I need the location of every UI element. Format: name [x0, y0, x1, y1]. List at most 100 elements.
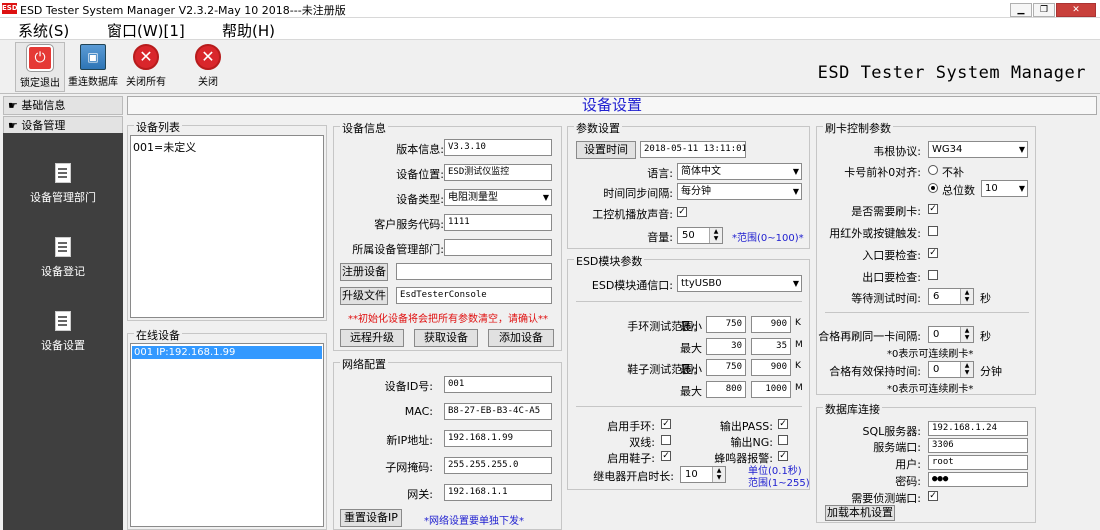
- register-field[interactable]: [396, 263, 552, 280]
- device-info-group: 设备信息 版本信息: V3.3.10 设备位置: ESD测试仪监控 设备类型: …: [333, 120, 562, 351]
- wrist-min-field[interactable]: 750: [706, 316, 746, 333]
- wait-spinner[interactable]: 6: [928, 288, 974, 305]
- dept-label: 所属设备管理部门:: [352, 243, 444, 256]
- network-group: 网络配置 设备ID号: 001 MAC: B8-27-EB-B3-4C-A5 新…: [333, 356, 562, 530]
- menu-help[interactable]: 帮助(H): [222, 20, 275, 41]
- enable-shoe-label: 启用鞋子:: [607, 452, 655, 465]
- wiegand-label: 韦根协议:: [873, 145, 921, 158]
- wait-unit: 秒: [980, 292, 991, 305]
- interval-note: *0表示可连续刷卡*: [887, 349, 974, 360]
- close-all-button[interactable]: ✕ 关闭所有: [122, 42, 170, 92]
- enable-shoe-checkbox[interactable]: ✓: [661, 451, 671, 461]
- hand-pointer-icon: ☛: [8, 99, 22, 112]
- detect-port-checkbox[interactable]: ✓: [928, 491, 938, 501]
- menu-window[interactable]: 窗口(W)[1]: [107, 20, 185, 41]
- volume-spinner[interactable]: 50: [677, 227, 723, 244]
- version-field[interactable]: V3.3.10: [444, 139, 552, 156]
- document-icon: [55, 163, 71, 183]
- entry-check-checkbox[interactable]: ✓: [928, 248, 938, 258]
- valid-spinner[interactable]: 0: [928, 361, 974, 378]
- window-title: ESD Tester System Manager V2.3.2-May 10 …: [20, 4, 346, 17]
- mask-field[interactable]: 255.255.255.0: [444, 457, 552, 474]
- output-ng-checkbox[interactable]: [778, 435, 788, 445]
- menu-bar: 系统(S) 窗口(W)[1] 帮助(H): [0, 18, 1100, 40]
- device-id-field[interactable]: 001: [444, 376, 552, 393]
- exit-check-checkbox[interactable]: [928, 270, 938, 280]
- buzzer-checkbox[interactable]: ✓: [778, 451, 788, 461]
- relay-label: 继电器开启时长:: [593, 470, 674, 483]
- sync-select[interactable]: 每分钟: [677, 183, 802, 200]
- volume-range-note: *范围(0~100)*: [732, 233, 804, 244]
- sidebar-item-settings[interactable]: 设备设置: [3, 311, 123, 353]
- menu-system[interactable]: 系统(S): [18, 20, 69, 41]
- service-code-field[interactable]: 1111: [444, 214, 552, 231]
- interval-spinner[interactable]: 0: [928, 326, 974, 343]
- language-select[interactable]: 简体中文: [677, 163, 802, 180]
- type-label: 设备类型:: [396, 193, 444, 206]
- type-select[interactable]: 电阻测量型: [444, 189, 552, 206]
- gateway-field[interactable]: 192.168.1.1: [444, 484, 552, 501]
- sound-label: 工控机播放声音:: [592, 208, 673, 221]
- set-time-button[interactable]: 设置时间: [576, 141, 636, 159]
- db-password-field[interactable]: ●●●: [928, 472, 1028, 487]
- register-device-button[interactable]: 注册设备: [340, 263, 388, 281]
- relay-spinner[interactable]: 10: [680, 466, 726, 483]
- network-title: 网络配置: [340, 356, 388, 372]
- app-logo-icon: ESD: [2, 3, 18, 14]
- dept-field[interactable]: [444, 239, 552, 256]
- wrist-max-field[interactable]: 30: [706, 338, 746, 355]
- relay-range-note: 范围(1~255): [748, 478, 810, 489]
- network-note: *网络设置要单独下发*: [424, 516, 524, 527]
- upgrade-file-button[interactable]: 升级文件: [340, 287, 388, 305]
- lock-exit-label: 锁定退出: [20, 78, 60, 89]
- lock-exit-button[interactable]: ⏻ 锁定退出: [15, 42, 65, 92]
- reconnect-db-button[interactable]: ▣ 重连数据库: [67, 42, 119, 92]
- total-digits-radio[interactable]: [928, 183, 938, 193]
- enable-wrist-checkbox[interactable]: ✓: [661, 419, 671, 429]
- shoe-min-field[interactable]: 750: [706, 359, 746, 376]
- upgrade-file-field[interactable]: EsdTesterConsole: [396, 287, 552, 304]
- add-device-button[interactable]: 添加设备: [488, 329, 554, 347]
- shoe-max2-field[interactable]: 1000: [751, 381, 791, 398]
- sound-checkbox[interactable]: ✓: [677, 207, 687, 217]
- reconnect-db-label: 重连数据库: [68, 77, 118, 88]
- ip-label: 新IP地址:: [386, 434, 433, 447]
- load-local-settings-button[interactable]: 加载本机设置: [825, 505, 895, 521]
- no-pad-radio[interactable]: [928, 165, 938, 175]
- maximize-button[interactable]: ❐: [1033, 3, 1055, 17]
- shoe-min2-field[interactable]: 900: [751, 359, 791, 376]
- output-pass-checkbox[interactable]: ✓: [778, 419, 788, 429]
- esd-port-select[interactable]: ttyUSB0: [677, 275, 802, 292]
- sidebar-item-dept[interactable]: 设备管理部门: [3, 163, 123, 205]
- location-label: 设备位置:: [396, 168, 444, 181]
- dual-line-checkbox[interactable]: [661, 435, 671, 445]
- ip-field[interactable]: 192.168.1.99: [444, 430, 552, 447]
- db-user-field[interactable]: root: [928, 455, 1028, 470]
- need-card-checkbox[interactable]: ✓: [928, 204, 938, 214]
- minimize-button[interactable]: ▁: [1010, 3, 1032, 17]
- digits-select[interactable]: 10: [981, 180, 1028, 197]
- db-port-field[interactable]: 3306: [928, 438, 1028, 453]
- time-field[interactable]: 2018-05-11 13:11:01: [640, 141, 746, 158]
- wrist-max2-field[interactable]: 35: [751, 338, 791, 355]
- output-ng-label: 输出NG:: [730, 436, 773, 449]
- shoe-max-field[interactable]: 800: [706, 381, 746, 398]
- sql-server-field[interactable]: 192.168.1.24: [928, 421, 1028, 436]
- location-field[interactable]: ESD测试仪监控: [444, 164, 552, 181]
- close-button[interactable]: ✕ 关闭: [186, 42, 230, 92]
- close-window-button[interactable]: ✕: [1056, 3, 1096, 17]
- mac-field[interactable]: B8-27-EB-B3-4C-A5: [444, 403, 552, 420]
- online-device-list[interactable]: 001 IP:192.168.1.99: [130, 343, 324, 527]
- fetch-device-button[interactable]: 获取设备: [414, 329, 478, 347]
- wiegand-select[interactable]: WG34: [928, 141, 1028, 158]
- wrist-min2-field[interactable]: 900: [751, 316, 791, 333]
- remote-upgrade-button[interactable]: 远程升级: [340, 329, 404, 347]
- list-item[interactable]: 001=未定义: [131, 136, 323, 158]
- list-item[interactable]: 001 IP:192.168.1.99: [132, 346, 322, 359]
- sidebar-basic-info[interactable]: ☛ 基础信息: [3, 96, 123, 115]
- device-list[interactable]: 001=未定义: [130, 135, 324, 318]
- reset-ip-button[interactable]: 重置设备IP: [340, 509, 402, 527]
- ir-trigger-checkbox[interactable]: [928, 226, 938, 236]
- sidebar-item-dept-label: 设备管理部门: [30, 191, 96, 204]
- sidebar-item-register[interactable]: 设备登记: [3, 237, 123, 279]
